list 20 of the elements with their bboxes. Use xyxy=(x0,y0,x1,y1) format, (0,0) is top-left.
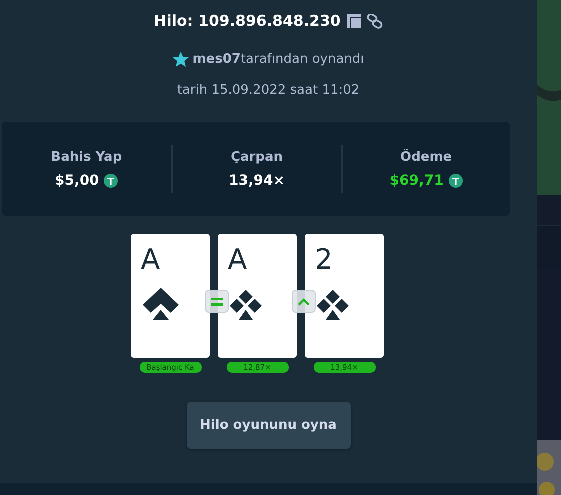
link-icon[interactable] xyxy=(366,14,383,28)
stat-label: Çarpan xyxy=(230,150,284,164)
tether-coin-icon xyxy=(104,174,118,188)
stat-value: $5,00 xyxy=(55,172,100,188)
player-text: mes07tarafından oynandı xyxy=(192,52,364,67)
bet-title: Hilo: 109.896.848.230 xyxy=(154,12,341,30)
star-icon xyxy=(172,52,189,67)
card-rank: 2 xyxy=(315,244,334,276)
play-button[interactable]: Hilo oyununu oyna xyxy=(186,402,350,449)
stat-label: Ödeme xyxy=(400,150,452,164)
card-rank: A xyxy=(141,244,162,276)
stat-label: Bahis Yap xyxy=(51,150,122,164)
tether-coin-icon xyxy=(448,174,463,188)
card-rank: A xyxy=(228,244,248,276)
stat-value: 13,94× xyxy=(228,172,285,188)
copy-icon[interactable] xyxy=(346,14,361,28)
stat-value: $69,71 xyxy=(390,172,444,188)
chevron-up-icon xyxy=(298,298,310,306)
equals-icon xyxy=(211,298,223,306)
date-text: tarih 15.09.2022 saat 11:02 xyxy=(177,83,360,98)
